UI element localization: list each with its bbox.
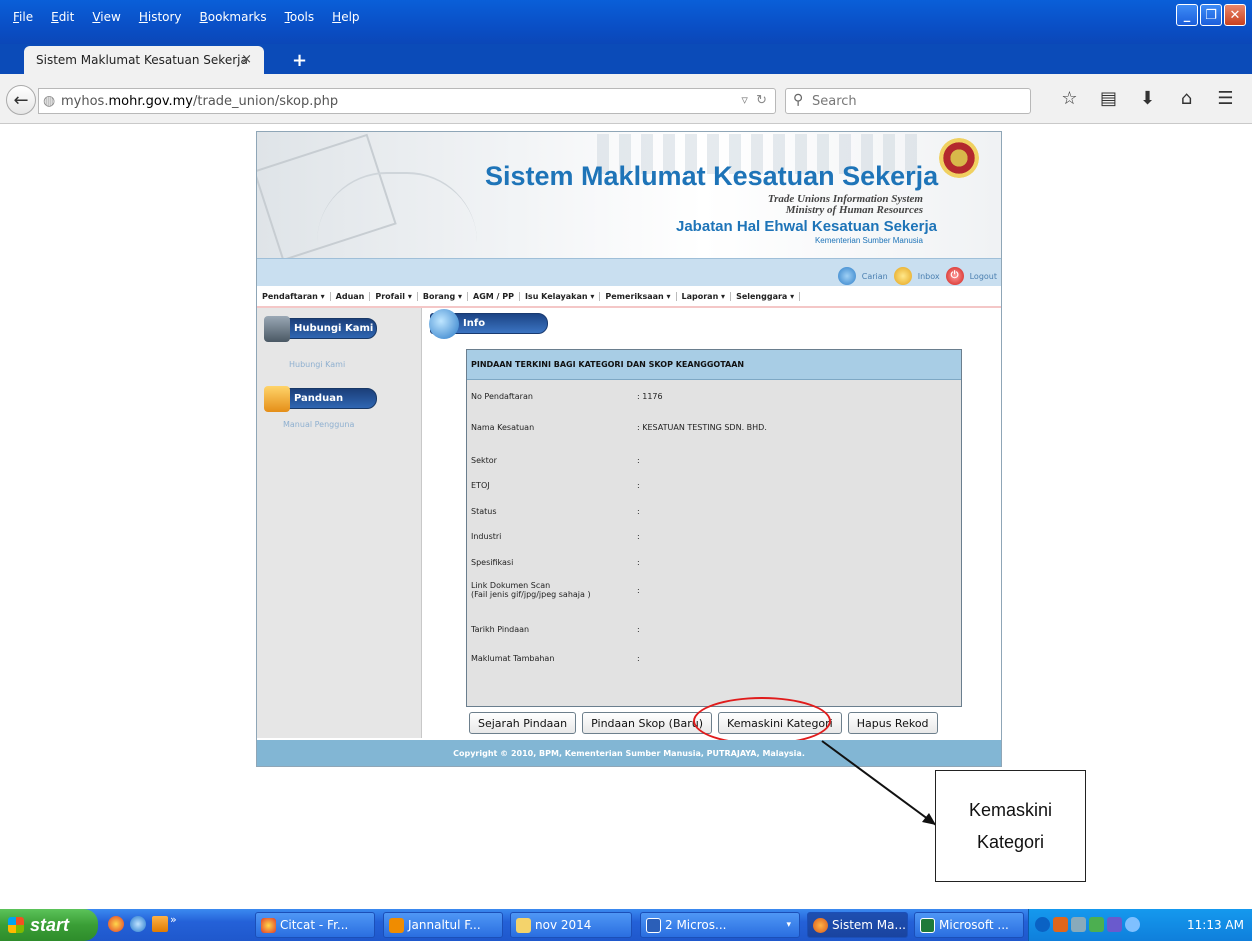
callout-box: Kemaskini Kategori [935, 770, 1086, 882]
network-icon[interactable] [1071, 917, 1086, 932]
tray-app-icon[interactable] [1089, 917, 1104, 932]
taskbar-item-label: nov 2014 [535, 918, 592, 932]
word-icon [646, 918, 661, 933]
start-label: start [30, 914, 70, 935]
quick-launch [108, 916, 168, 932]
taskbar-item[interactable]: Sistem Ma... [807, 912, 908, 938]
taskbar-item-label: Microsoft ... [939, 918, 1009, 932]
excel-icon [920, 918, 935, 933]
quick-launch-more-icon[interactable]: » [170, 913, 177, 926]
taskbar-item[interactable]: Microsoft ... [914, 912, 1024, 938]
callout-line2: Kategori [976, 832, 1045, 852]
windows-flag-icon [8, 917, 24, 933]
ie-icon[interactable] [130, 916, 146, 932]
taskbar-item-label: Sistem Ma... [832, 918, 906, 932]
outlook-icon[interactable] [152, 916, 168, 932]
taskbar: start » Citcat - Fr... Jannaltul F... no… [0, 909, 1252, 941]
group-dropdown-icon: ▾ [786, 920, 791, 930]
taskbar-item-label: Citcat - Fr... [280, 918, 349, 932]
chrome-icon[interactable] [108, 916, 124, 932]
taskbar-item[interactable]: nov 2014 [510, 912, 632, 938]
taskbar-item-label: Jannaltul F... [408, 918, 481, 932]
firefox-icon [813, 918, 828, 933]
volume-icon[interactable] [1125, 917, 1140, 932]
callout-line1: Kemaskini [968, 800, 1053, 820]
outlook-icon [389, 918, 404, 933]
tray-app-icon[interactable] [1053, 917, 1068, 932]
tray-expand-icon[interactable] [1035, 917, 1050, 932]
folder-icon [516, 918, 531, 933]
taskbar-item[interactable]: 2 Micros... ▾ [640, 912, 800, 938]
taskbar-item[interactable]: Citcat - Fr... [255, 912, 375, 938]
tray-icons [1035, 917, 1140, 932]
taskbar-item[interactable]: Jannaltul F... [383, 912, 503, 938]
chrome-icon [261, 918, 276, 933]
clock[interactable]: 11:13 AM [1187, 918, 1244, 932]
taskbar-item-label: 2 Micros... [665, 918, 727, 932]
start-button[interactable]: start [0, 909, 98, 941]
tray-app-icon[interactable] [1107, 917, 1122, 932]
system-tray: 11:13 AM [1028, 909, 1252, 941]
